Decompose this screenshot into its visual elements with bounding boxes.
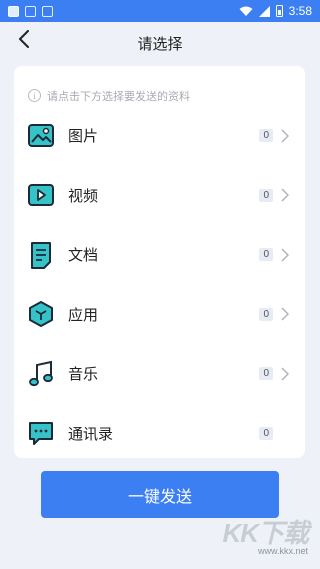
status-time: 3:58 <box>288 4 312 18</box>
category-row-music[interactable]: 音乐 0 <box>14 344 305 404</box>
count-badge: 0 <box>259 129 273 143</box>
video-icon <box>26 180 56 210</box>
category-label: 文档 <box>68 246 99 265</box>
hint-text: 请点击下方选择要发送的资料 <box>47 89 190 103</box>
chevron-left-icon <box>19 30 29 48</box>
category-row-image[interactable]: 图片 0 <box>14 106 305 166</box>
category-label: 视频 <box>68 186 99 205</box>
music-icon <box>26 359 56 389</box>
category-row-contacts[interactable]: 通讯录 0 <box>14 404 305 464</box>
send-all-button[interactable]: 一键发送 <box>41 471 279 518</box>
watermark: KK下载 www.kkx.net <box>222 518 309 556</box>
count-badge: 0 <box>259 426 273 440</box>
category-row-video[interactable]: 视频 0 <box>14 166 305 226</box>
category-card: i 请点击下方选择要发送的资料 图片 0 视频 0 文档 0 应用 0 音乐 0… <box>14 66 305 458</box>
download-icon <box>42 5 53 17</box>
count-badge: 0 <box>259 248 273 262</box>
category-label: 图片 <box>68 127 99 146</box>
chevron-right-icon <box>281 248 291 262</box>
status-right: 3:58 <box>239 4 312 18</box>
battery-icon <box>275 5 283 17</box>
chevron-right-icon <box>281 307 291 321</box>
category-row-document[interactable]: 文档 0 <box>14 225 305 285</box>
count-badge: 0 <box>259 307 273 321</box>
signal-icon <box>258 5 270 17</box>
count-badge: 0 <box>259 367 273 381</box>
contacts-icon <box>26 418 56 448</box>
category-label: 通讯录 <box>68 424 114 443</box>
category-label: 音乐 <box>68 365 99 384</box>
count-badge: 0 <box>259 188 273 202</box>
document-icon <box>26 240 56 270</box>
header: 请选择 <box>0 22 320 56</box>
gallery-icon <box>25 5 36 17</box>
status-left <box>8 5 53 17</box>
category-row-app[interactable]: 应用 0 <box>14 285 305 345</box>
watermark-logo: KK下载 <box>222 518 309 548</box>
status-bar: 3:58 <box>0 0 320 22</box>
image-icon <box>26 121 56 151</box>
wifi-icon <box>239 6 253 16</box>
hint-row: i 请点击下方选择要发送的资料 <box>14 66 305 106</box>
notification-icon <box>8 5 19 17</box>
chevron-right-icon <box>281 367 291 381</box>
chevron-right-icon <box>281 129 291 143</box>
back-button[interactable] <box>12 27 36 51</box>
info-icon: i <box>28 89 41 102</box>
page-title: 请选择 <box>137 34 183 53</box>
category-label: 应用 <box>68 305 99 324</box>
app-icon <box>26 299 56 329</box>
chevron-right-icon <box>281 188 291 202</box>
